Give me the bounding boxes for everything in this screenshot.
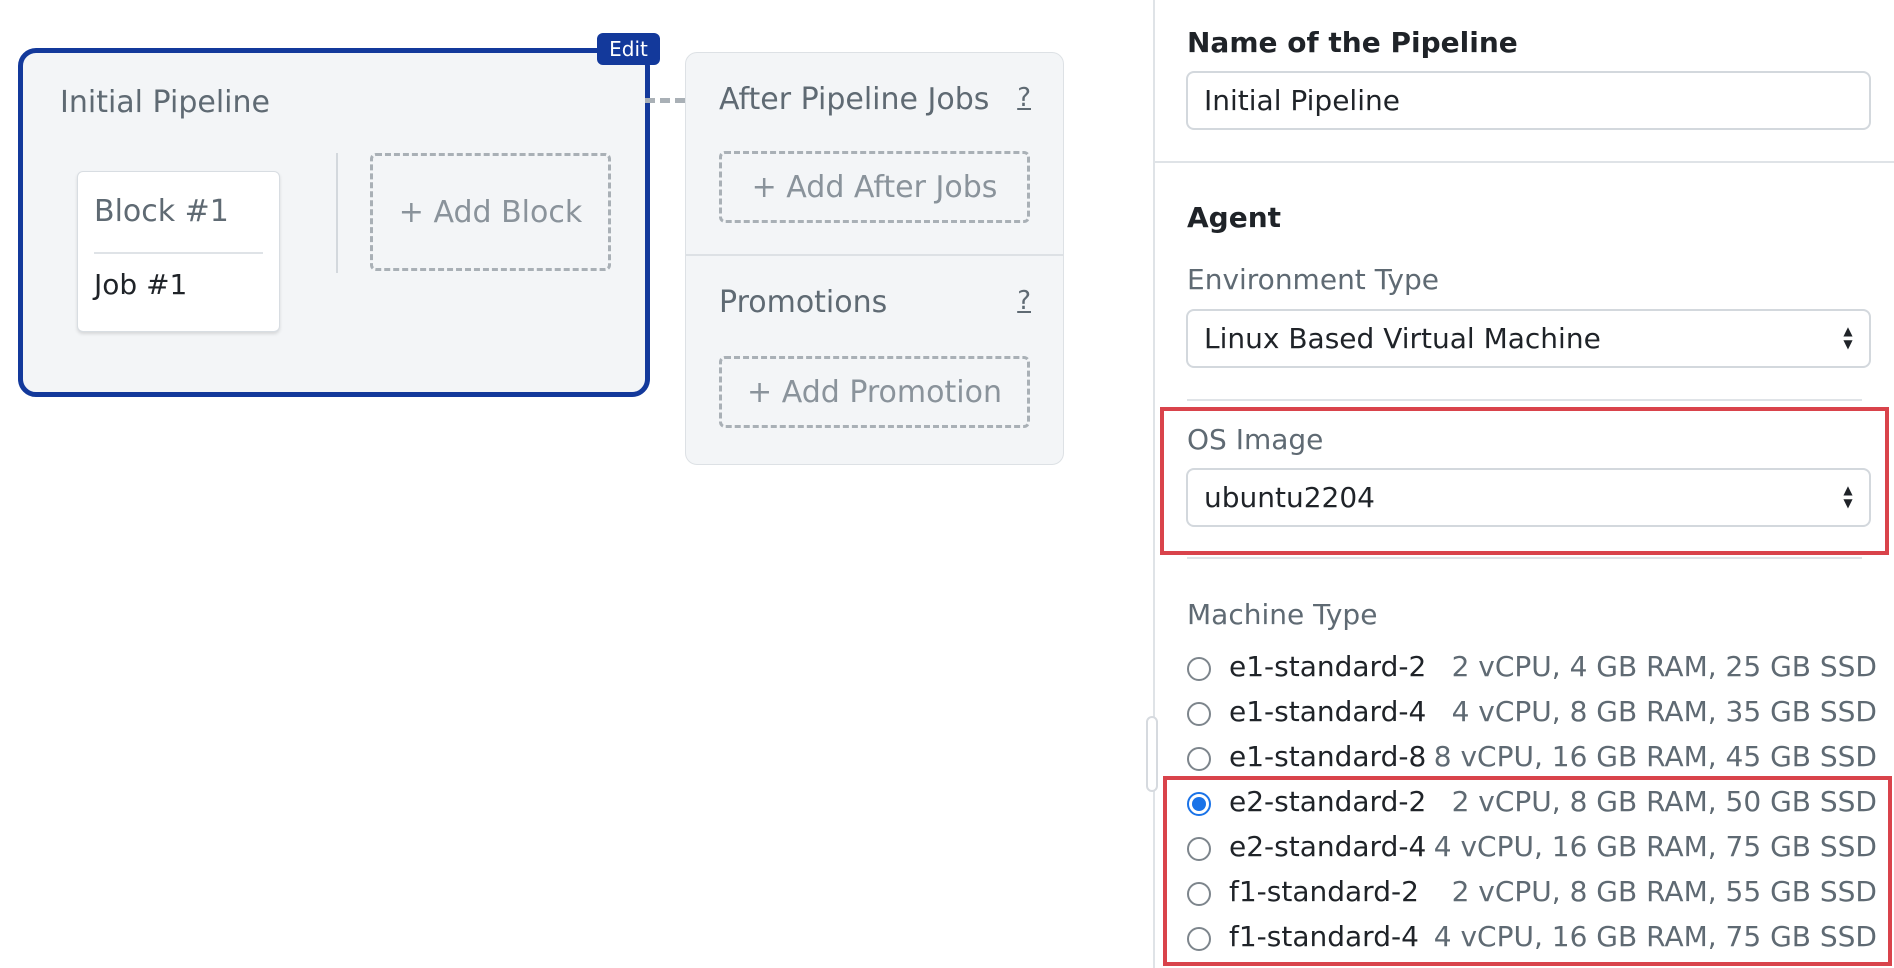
machine-type-option[interactable]: e1-standard-4 4 vCPU, 8 GB RAM, 35 GB SSD (1187, 695, 1877, 739)
divider (1155, 161, 1894, 163)
pipeline-connector (645, 98, 685, 103)
radio-icon[interactable] (1187, 882, 1211, 906)
environment-type-select[interactable]: Linux Based Virtual Machine ▲ ▼ (1186, 309, 1871, 368)
add-after-jobs-button[interactable]: + Add After Jobs (719, 151, 1030, 223)
select-arrows-icon: ▲ ▼ (1843, 483, 1853, 510)
machine-type-name: f1-standard-4 (1229, 920, 1419, 953)
machine-type-option[interactable]: e1-standard-8 8 vCPU, 16 GB RAM, 45 GB SS… (1187, 740, 1877, 784)
after-pipeline-jobs-section: After Pipeline Jobs ? + Add After Jobs (686, 53, 1063, 256)
machine-type-name: e1-standard-2 (1229, 650, 1427, 683)
machine-type-spec: 4 vCPU, 16 GB RAM, 75 GB SSD (1433, 920, 1877, 953)
pipeline-name-input[interactable]: Initial Pipeline (1186, 71, 1871, 130)
os-image-label: OS Image (1187, 423, 1324, 456)
machine-type-option[interactable]: f1-standard-4 4 vCPU, 16 GB RAM, 75 GB SS… (1187, 920, 1877, 964)
block-card[interactable]: Block #1 Job #1 (77, 171, 280, 332)
radio-icon[interactable] (1187, 657, 1211, 681)
pipeline-canvas: Initial Pipeline Block #1 Job #1 + Add B… (0, 0, 1153, 968)
machine-type-spec: 2 vCPU, 4 GB RAM, 25 GB SSD (1451, 650, 1877, 683)
machine-type-option[interactable]: e1-standard-2 2 vCPU, 4 GB RAM, 25 GB SSD (1187, 650, 1877, 694)
select-arrows-icon: ▲ ▼ (1843, 324, 1853, 351)
machine-type-option[interactable]: e2-standard-2 2 vCPU, 8 GB RAM, 50 GB SSD (1187, 785, 1877, 829)
pipeline-name-label: Name of the Pipeline (1187, 26, 1518, 59)
radio-selected-icon[interactable] (1187, 792, 1211, 816)
add-promotion-button[interactable]: + Add Promotion (719, 356, 1030, 428)
after-pipeline-panel: After Pipeline Jobs ? + Add After Jobs P… (685, 52, 1064, 465)
pipeline-title: Initial Pipeline (60, 85, 270, 120)
edit-badge[interactable]: Edit (597, 33, 660, 65)
machine-type-name: e1-standard-4 (1229, 695, 1427, 728)
machine-type-option[interactable]: e2-standard-4 4 vCPU, 16 GB RAM, 75 GB SS… (1187, 830, 1877, 874)
radio-icon[interactable] (1187, 747, 1211, 771)
machine-type-spec: 4 vCPU, 8 GB RAM, 35 GB SSD (1451, 695, 1877, 728)
machine-type-spec: 8 vCPU, 16 GB RAM, 45 GB SSD (1433, 740, 1877, 773)
machine-type-spec: 2 vCPU, 8 GB RAM, 55 GB SSD (1451, 875, 1877, 908)
agent-heading: Agent (1187, 201, 1282, 234)
config-sidebar: Name of the Pipeline Initial Pipeline Ag… (1153, 0, 1894, 968)
block-separator (336, 153, 338, 273)
divider (1187, 399, 1862, 401)
block-name: Block #1 (94, 194, 229, 229)
pipeline-box[interactable]: Initial Pipeline Block #1 Job #1 + Add B… (18, 48, 650, 397)
block-divider (94, 252, 263, 254)
after-jobs-help-link[interactable]: ? (1017, 83, 1031, 113)
machine-type-spec: 2 vCPU, 8 GB RAM, 50 GB SSD (1451, 785, 1877, 818)
radio-icon[interactable] (1187, 702, 1211, 726)
machine-type-name: e1-standard-8 (1229, 740, 1427, 773)
machine-type-option[interactable]: f1-standard-2 2 vCPU, 8 GB RAM, 55 GB SSD (1187, 875, 1877, 919)
machine-type-name: e2-standard-4 (1229, 830, 1427, 863)
divider (1187, 557, 1862, 559)
radio-icon[interactable] (1187, 927, 1211, 951)
job-name[interactable]: Job #1 (94, 268, 187, 301)
add-block-button[interactable]: + Add Block (370, 153, 611, 271)
os-image-select[interactable]: ubuntu2204 ▲ ▼ (1186, 468, 1871, 527)
sidebar-resize-handle[interactable] (1146, 716, 1158, 792)
promotions-help-link[interactable]: ? (1017, 286, 1031, 316)
promotions-title: Promotions (719, 285, 888, 320)
promotions-section: Promotions ? + Add Promotion (686, 256, 1063, 464)
after-pipeline-jobs-title: After Pipeline Jobs (719, 82, 990, 117)
environment-type-value: Linux Based Virtual Machine (1204, 322, 1601, 355)
machine-type-spec: 4 vCPU, 16 GB RAM, 75 GB SSD (1433, 830, 1877, 863)
os-image-value: ubuntu2204 (1204, 481, 1375, 514)
environment-type-label: Environment Type (1187, 263, 1439, 296)
machine-type-name: f1-standard-2 (1229, 875, 1419, 908)
machine-type-label: Machine Type (1187, 598, 1378, 631)
machine-type-name: e2-standard-2 (1229, 785, 1427, 818)
radio-icon[interactable] (1187, 837, 1211, 861)
